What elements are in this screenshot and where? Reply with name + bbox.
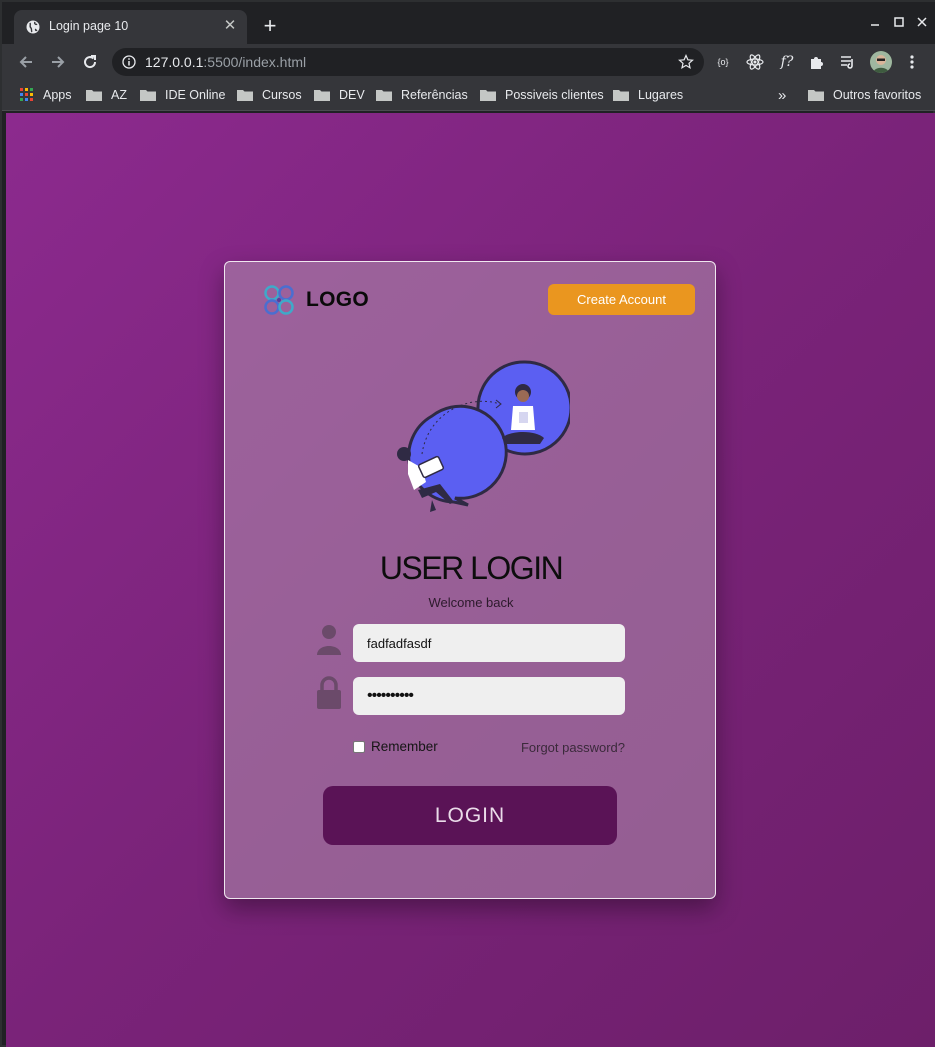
bookmark-label: Referências bbox=[401, 88, 468, 102]
lock-icon bbox=[317, 676, 341, 709]
browser-tab[interactable]: Login page 10 ✕ bbox=[14, 10, 247, 44]
bookmark-label: Possiveis clientes bbox=[505, 88, 604, 102]
folder-icon bbox=[808, 90, 824, 101]
url-text: 127.0.0.1:5500/index.html bbox=[145, 54, 306, 70]
remember-label: Remember bbox=[371, 739, 438, 754]
reload-icon[interactable] bbox=[80, 52, 100, 72]
bookmark-folder[interactable]: Referências bbox=[376, 86, 468, 104]
folder-icon bbox=[86, 90, 102, 101]
tab-title: Login page 10 bbox=[49, 19, 129, 33]
bookmark-folder[interactable]: DEV bbox=[314, 86, 365, 104]
close-icon[interactable]: ✕ bbox=[221, 17, 239, 35]
info-icon[interactable] bbox=[122, 55, 136, 69]
address-bar[interactable]: 127.0.0.1:5500/index.html bbox=[112, 48, 704, 76]
menu-icon[interactable] bbox=[903, 53, 921, 71]
forward-icon[interactable] bbox=[48, 52, 68, 72]
folder-icon bbox=[140, 90, 156, 101]
folder-icon bbox=[613, 90, 629, 101]
react-icon[interactable] bbox=[746, 53, 764, 71]
bookmark-apps[interactable]: Apps bbox=[20, 86, 72, 104]
bookmark-folder[interactable]: Possiveis clientes bbox=[480, 86, 604, 104]
extension-json-icon[interactable]: {o} bbox=[714, 53, 732, 71]
bookmark-folder[interactable]: Lugares bbox=[613, 86, 683, 104]
welcome-subtitle: Welcome back bbox=[428, 595, 514, 610]
bookmark-folder[interactable]: AZ bbox=[86, 86, 127, 104]
bookmark-other[interactable]: Outros favoritos bbox=[808, 86, 921, 104]
globe-icon bbox=[26, 20, 40, 34]
chat-illustration bbox=[397, 360, 570, 512]
maximize-icon[interactable] bbox=[891, 14, 907, 30]
url-path: :5500/index.html bbox=[203, 54, 307, 70]
user-icon bbox=[317, 625, 341, 655]
folder-icon bbox=[314, 90, 330, 101]
create-account-button[interactable]: Create Account bbox=[548, 284, 695, 315]
page-viewport: LOGO Create Account USER LOGIN Welcome b… bbox=[6, 113, 935, 1047]
folder-icon bbox=[376, 90, 392, 101]
back-icon[interactable] bbox=[16, 52, 36, 72]
bookmark-label: AZ bbox=[111, 88, 127, 102]
browser-window: Login page 10 ✕ + 127.0.0.1:5500/index.h… bbox=[0, 0, 935, 1047]
password-input[interactable] bbox=[353, 677, 625, 715]
logo-icon bbox=[264, 285, 294, 315]
window-close-icon[interactable] bbox=[914, 14, 930, 30]
folder-icon bbox=[480, 90, 496, 101]
minimize-icon[interactable] bbox=[867, 14, 883, 30]
profile-avatar[interactable] bbox=[870, 51, 892, 73]
bookmarks-bar: Apps AZ IDE Online Cursos DEV Referência… bbox=[2, 80, 935, 111]
browser-toolbar: 127.0.0.1:5500/index.html {o} f? bbox=[2, 44, 935, 80]
tab-strip: Login page 10 ✕ + bbox=[2, 2, 935, 44]
bookmark-folder[interactable]: Cursos bbox=[237, 86, 302, 104]
url-host: 127.0.0.1 bbox=[145, 54, 204, 70]
logo-text: LOGO bbox=[306, 288, 370, 311]
playlist-icon[interactable] bbox=[839, 53, 857, 71]
bookmark-label: Cursos bbox=[262, 88, 302, 102]
bookmark-label: IDE Online bbox=[165, 88, 226, 102]
page-title: USER LOGIN bbox=[379, 550, 564, 586]
logo[interactable]: LOGO bbox=[263, 284, 369, 316]
bookmark-label: DEV bbox=[339, 88, 365, 102]
forgot-password-link[interactable]: Forgot password? bbox=[521, 740, 625, 755]
bookmark-label: Outros favoritos bbox=[833, 88, 922, 102]
apps-grid-icon bbox=[20, 88, 33, 101]
puzzle-icon[interactable] bbox=[808, 53, 826, 71]
extension-fx-icon[interactable]: f? bbox=[778, 53, 796, 71]
bookmarks-overflow-button[interactable]: » bbox=[778, 86, 786, 104]
bookmark-label: Lugares bbox=[638, 88, 684, 102]
plus-icon[interactable]: + bbox=[259, 15, 281, 37]
login-card: LOGO Create Account USER LOGIN Welcome b… bbox=[224, 261, 716, 899]
username-input[interactable] bbox=[353, 624, 625, 662]
remember-checkbox[interactable]: Remember bbox=[353, 739, 438, 754]
folder-icon bbox=[237, 90, 253, 101]
bookmark-folder[interactable]: IDE Online bbox=[140, 86, 225, 104]
login-button[interactable]: LOGIN bbox=[323, 786, 617, 845]
bookmark-label: Apps bbox=[43, 88, 72, 102]
star-icon[interactable] bbox=[678, 54, 694, 70]
checkbox-box[interactable] bbox=[353, 740, 365, 753]
